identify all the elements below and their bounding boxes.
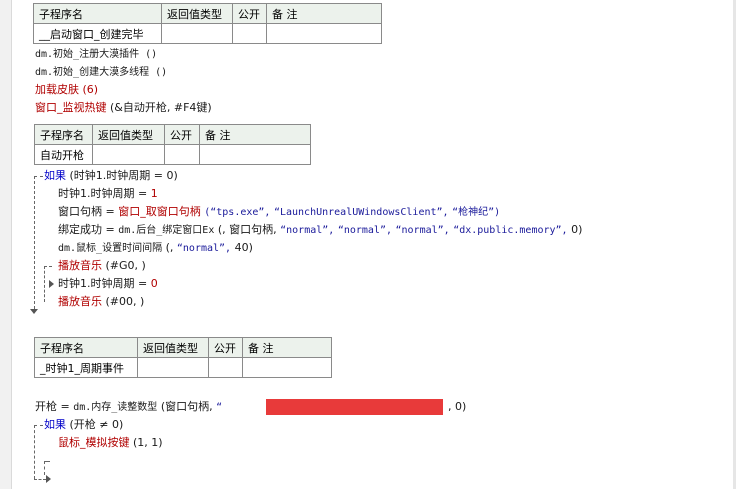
code-line[interactable]: dm.初始_注册大漠插件 () — [35, 47, 157, 63]
subroutine-name-cell[interactable]: __启动窗口_创建完毕 — [33, 23, 162, 44]
function-args: (6) — [82, 83, 99, 96]
flow-line — [44, 461, 45, 475]
column-header-return-type: 返回值类型 — [92, 124, 165, 145]
column-header-remark: 备 注 — [199, 124, 311, 145]
subroutine-table-auto-fire: 子程序名 返回值类型 公开 备 注 自动开枪 — [34, 124, 311, 165]
redaction-box — [266, 399, 443, 415]
column-header-return-type: 返回值类型 — [137, 337, 209, 358]
if-condition: (开枪 ≠ 0) — [69, 418, 124, 431]
column-header-name: 子程序名 — [34, 337, 138, 358]
flow-down-arrow-icon — [30, 309, 38, 314]
flow-right-arrow-icon — [49, 280, 54, 288]
code-line[interactable]: 播放音乐 (#00, ) — [58, 294, 144, 310]
code-line-end: , 0) — [448, 400, 467, 413]
flow-line — [34, 176, 35, 309]
flow-line — [34, 425, 43, 426]
column-header-name: 子程序名 — [33, 3, 162, 24]
column-header-remark: 备 注 — [242, 337, 332, 358]
if-keyword: 如果 — [44, 169, 66, 182]
column-header-public: 公开 — [164, 124, 200, 145]
line-gutter — [0, 0, 12, 489]
code-line[interactable]: dm.初始_创建大漠多线程 () — [35, 65, 167, 81]
code-line[interactable]: 窗口句柄 = 窗口_取窗口句柄 (“tps.exe”, “LaunchUnrea… — [58, 204, 500, 221]
flow-line — [34, 479, 46, 480]
code-line[interactable]: 播放音乐 (#G0, ) — [58, 258, 146, 274]
return-type-cell[interactable] — [137, 357, 209, 378]
code-line[interactable]: 如果 (开枪 ≠ 0) — [44, 417, 123, 433]
code-line[interactable]: dm.鼠标_设置时间间隔 (, “normal”, 40) — [58, 240, 253, 257]
remark-cell[interactable] — [242, 357, 332, 378]
column-header-remark: 备 注 — [266, 3, 382, 24]
public-cell[interactable] — [232, 23, 267, 44]
column-header-return-type: 返回值类型 — [161, 3, 233, 24]
function-name: 窗口_监视热键 — [35, 101, 107, 114]
flow-line — [34, 425, 35, 479]
if-keyword: 如果 — [44, 418, 66, 431]
subroutine-table-startup: 子程序名 返回值类型 公开 备 注 __启动窗口_创建完毕 — [33, 3, 382, 44]
subroutine-table-timer: 子程序名 返回值类型 公开 备 注 _时钟1_周期事件 — [34, 337, 332, 378]
code-line[interactable]: 窗口_监视热键 (&自动开枪, #F4键) — [35, 100, 212, 116]
function-args: (&自动开枪, #F4键) — [110, 101, 212, 114]
function-name: 加载皮肤 — [35, 83, 79, 96]
flow-right-arrow-icon — [46, 475, 51, 483]
subroutine-name-cell[interactable]: _时钟1_周期事件 — [34, 357, 138, 378]
subroutine-name-cell[interactable]: 自动开枪 — [34, 144, 93, 165]
code-line[interactable]: 绑定成功 = dm.后台_绑定窗口Ex (, 窗口句柄, “normal”, “… — [58, 222, 582, 239]
public-cell[interactable] — [164, 144, 200, 165]
code-line[interactable]: 加载皮肤 (6) — [35, 82, 98, 98]
code-line[interactable]: 开枪 = dm.内存_读整数型 (窗口句柄, “ — [35, 399, 222, 416]
return-type-cell[interactable] — [92, 144, 165, 165]
remark-cell[interactable] — [199, 144, 311, 165]
code-line[interactable]: 时钟1.时钟周期 = 1 — [58, 186, 158, 202]
flow-line — [44, 266, 45, 302]
flow-line — [34, 176, 43, 177]
public-cell[interactable] — [208, 357, 243, 378]
column-header-public: 公开 — [232, 3, 267, 24]
flow-line — [44, 266, 52, 267]
code-line[interactable]: 鼠标_模拟按键 (1, 1) — [58, 435, 163, 451]
if-condition: (时钟1.时钟周期 = 0) — [69, 169, 178, 182]
column-header-public: 公开 — [208, 337, 243, 358]
code-line[interactable]: 时钟1.时钟周期 = 0 — [58, 276, 158, 292]
remark-cell[interactable] — [266, 23, 382, 44]
column-header-name: 子程序名 — [34, 124, 93, 145]
return-type-cell[interactable] — [161, 23, 233, 44]
code-line[interactable]: 如果 (时钟1.时钟周期 = 0) — [44, 168, 178, 184]
